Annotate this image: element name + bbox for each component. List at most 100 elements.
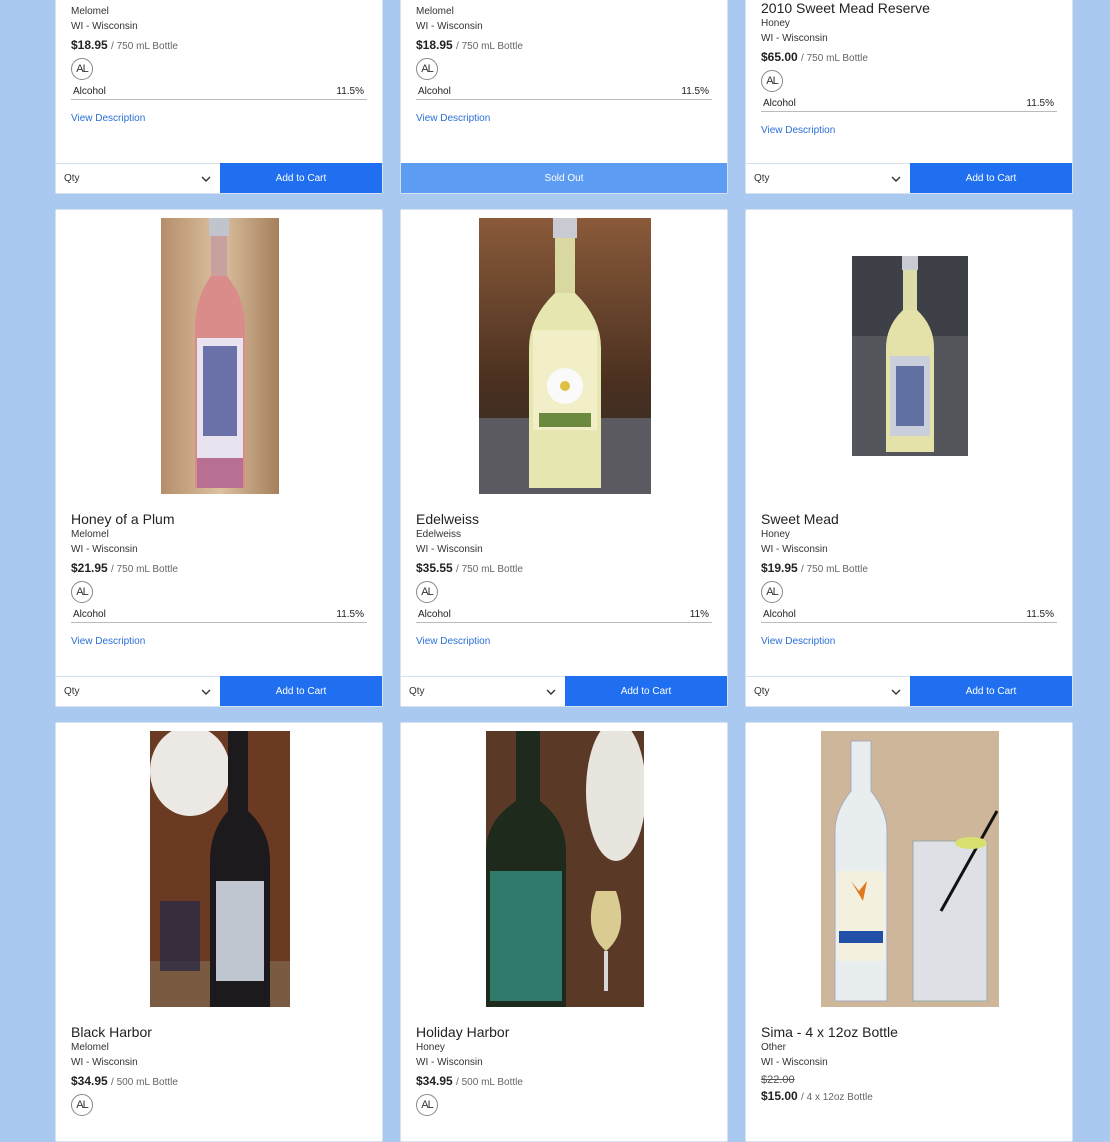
price: $21.95 (71, 561, 108, 575)
product-name[interactable]: Black Harbor (71, 1024, 367, 1040)
view-description-link[interactable]: View Description (761, 636, 1057, 647)
chevron-down-icon (201, 176, 211, 182)
product-type: Melomel (71, 529, 109, 540)
alcohol-row: Alcohol 11.5% (761, 98, 1057, 112)
product-image[interactable] (401, 218, 727, 494)
product-image[interactable] (56, 731, 382, 1007)
alcohol-row: Alcohol 11.5% (71, 86, 367, 100)
alcohol-row: Alcohol 11.5% (761, 609, 1057, 623)
product-card: Melomel WI - Wisconsin $18.95 / 750 mL B… (55, 0, 383, 194)
alcohol-value: 11% (689, 609, 709, 620)
product-name[interactable]: Sima - 4 x 12oz Bottle (761, 1024, 1057, 1040)
product-image[interactable] (401, 731, 727, 1007)
price-unit: / 750 mL Bottle (456, 41, 523, 52)
alcohol-label-badge-icon: AL (416, 1094, 438, 1116)
price: $65.00 (761, 50, 798, 64)
chevron-down-icon (891, 689, 901, 695)
wine-bottle-image (486, 731, 644, 1007)
alcohol-value: 11.5% (1026, 609, 1054, 620)
chevron-down-icon (546, 689, 556, 695)
alcohol-row: Alcohol 11.5% (416, 86, 712, 100)
alcohol-label: Alcohol (418, 609, 451, 620)
view-description-link[interactable]: View Description (71, 636, 367, 647)
product-name[interactable]: Sweet Mead (761, 511, 1057, 527)
product-type: Melomel (416, 6, 454, 17)
view-description-link[interactable]: View Description (416, 636, 712, 647)
product-type: Melomel (71, 1042, 109, 1053)
product-name[interactable]: Edelweiss (416, 511, 712, 527)
product-type: Honey (416, 1042, 445, 1053)
alcohol-label-badge-icon: AL (71, 581, 93, 603)
card-footer: Sold Out (401, 163, 727, 193)
alcohol-label: Alcohol (763, 609, 796, 620)
add-to-cart-button[interactable]: Add to Cart (565, 676, 727, 706)
product-region: WI - Wisconsin (416, 544, 483, 555)
product-card: Sweet Mead Honey WI - Wisconsin $19.95 /… (745, 209, 1073, 707)
product-name[interactable]: Holiday Harbor (416, 1024, 712, 1040)
price: $34.95 (71, 1074, 108, 1088)
product-region: WI - Wisconsin (416, 1057, 483, 1068)
view-description-link[interactable]: View Description (71, 113, 367, 124)
alcohol-label-badge-icon: AL (761, 70, 783, 92)
alcohol-value: 11.5% (681, 86, 709, 97)
price-unit: / 750 mL Bottle (111, 564, 178, 575)
card-footer: Qty Add to Cart (401, 676, 727, 706)
qty-label: Qty (754, 173, 770, 184)
chevron-down-icon (201, 689, 211, 695)
price-unit: / 500 mL Bottle (456, 1077, 523, 1088)
product-image[interactable] (746, 218, 1072, 494)
add-to-cart-button[interactable]: Add to Cart (220, 163, 382, 193)
alcohol-label: Alcohol (763, 98, 796, 109)
view-description-link[interactable]: View Description (761, 125, 1057, 136)
alcohol-row: Alcohol 11% (416, 609, 712, 623)
product-card: Edelweiss Edelweiss WI - Wisconsin $35.5… (400, 209, 728, 707)
price: $35.55 (416, 561, 453, 575)
original-price: $22.00 (761, 1074, 795, 1086)
price: $19.95 (761, 561, 798, 575)
price-unit: / 750 mL Bottle (801, 53, 868, 64)
product-type: Other (761, 1042, 787, 1053)
card-footer: Qty Add to Cart (746, 676, 1072, 706)
qty-label: Qty (409, 686, 425, 697)
qty-select[interactable]: Qty (401, 676, 565, 706)
product-name[interactable]: Honey of a Plum (71, 511, 367, 527)
product-image[interactable] (56, 218, 382, 494)
qty-select[interactable]: Qty (56, 163, 220, 193)
alcohol-label-badge-icon: AL (416, 581, 438, 603)
view-description-link[interactable]: View Description (416, 113, 712, 124)
qty-select[interactable]: Qty (746, 163, 910, 193)
price-unit: / 750 mL Bottle (801, 564, 868, 575)
product-image[interactable] (746, 731, 1072, 1007)
product-region: WI - Wisconsin (71, 544, 138, 555)
card-footer: Qty Add to Cart (56, 676, 382, 706)
product-card: Honey of a Plum Melomel WI - Wisconsin $… (55, 209, 383, 707)
product-card: Black Harbor Melomel WI - Wisconsin $34.… (55, 722, 383, 1142)
product-type: Edelweiss (416, 529, 462, 540)
price-unit: / 750 mL Bottle (111, 41, 178, 52)
alcohol-label: Alcohol (73, 609, 106, 620)
add-to-cart-button[interactable]: Add to Cart (910, 676, 1072, 706)
qty-select[interactable]: Qty (746, 676, 910, 706)
alcohol-label-badge-icon: AL (761, 581, 783, 603)
add-to-cart-button[interactable]: Add to Cart (910, 163, 1072, 193)
alcohol-value: 11.5% (336, 609, 364, 620)
alcohol-label: Alcohol (418, 86, 451, 97)
card-footer: Qty Add to Cart (56, 163, 382, 193)
product-type: Melomel (71, 6, 109, 17)
price-row: $35.55 / 750 mL Bottle (416, 561, 712, 576)
wine-bottle-image (479, 218, 651, 494)
alcohol-label-badge-icon: AL (71, 1094, 93, 1116)
price-row: $65.00 / 750 mL Bottle (761, 50, 1057, 65)
qty-label: Qty (64, 686, 80, 697)
qty-select[interactable]: Qty (56, 676, 220, 706)
price-row: $18.95 / 750 mL Bottle (71, 38, 367, 53)
product-type: Honey (761, 18, 790, 29)
alcohol-row: Alcohol 11.5% (71, 609, 367, 623)
product-region: WI - Wisconsin (416, 21, 483, 32)
product-card: Melomel WI - Wisconsin $18.95 / 750 mL B… (400, 0, 728, 194)
add-to-cart-button[interactable]: Add to Cart (220, 676, 382, 706)
chevron-down-icon (891, 176, 901, 182)
alcohol-label: Alcohol (73, 86, 106, 97)
wine-bottle-image (161, 218, 279, 494)
product-region: WI - Wisconsin (761, 33, 828, 44)
